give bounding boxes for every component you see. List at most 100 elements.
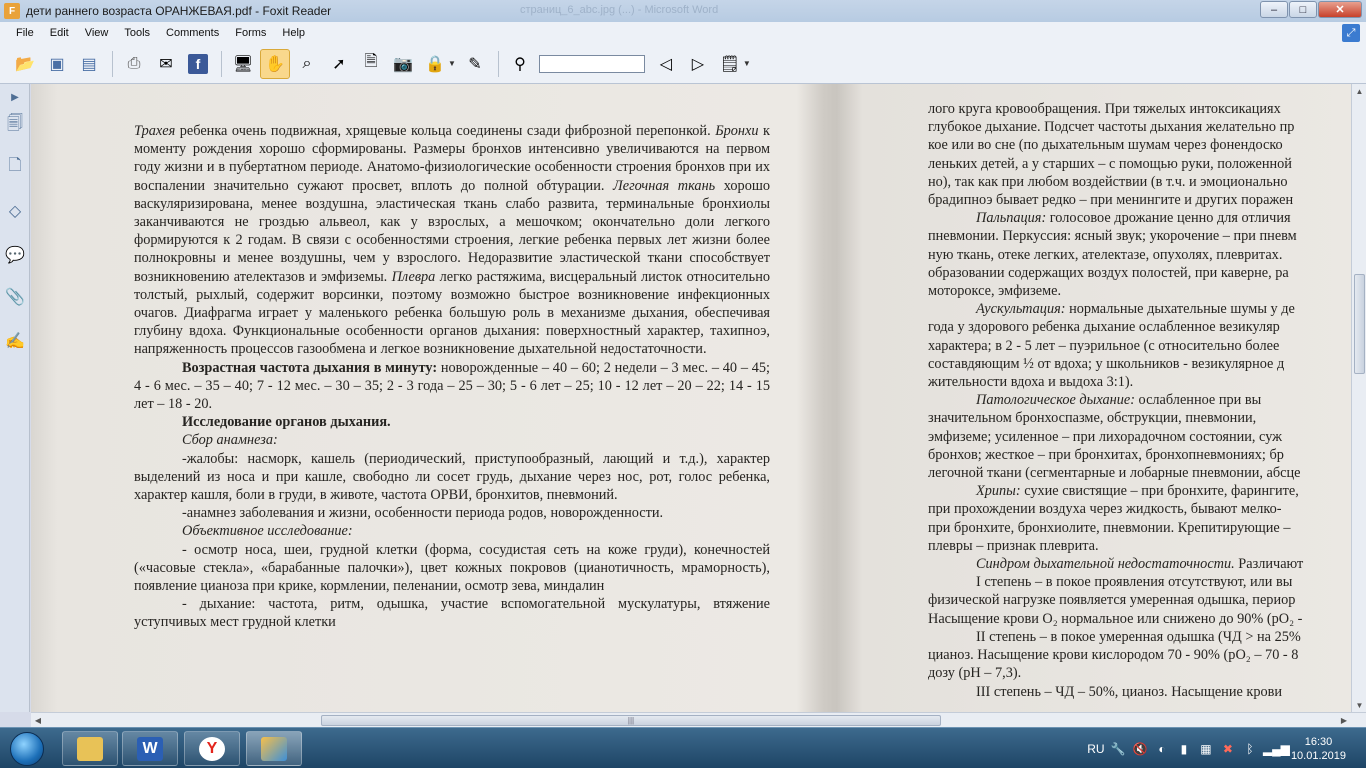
right-page-paragraph: Патологическое дыхание: ослабленное при …	[928, 391, 1351, 409]
close-button[interactable]: ✕	[1318, 1, 1362, 18]
restore-toolbar-icon[interactable]: ⤢	[1342, 24, 1360, 42]
right-page-text-run: голосовое дрожание ценно для отличия	[1046, 210, 1291, 227]
rms-dropdown-icon[interactable]: ▼	[448, 59, 456, 68]
system-tray: RU 🔧 🔇 ◐ ▮ ▦ ✖ ᛒ ▂▄▆ 16:30 10.01.2019	[1085, 728, 1366, 768]
document-view[interactable]: Трахея ребенка очень подвижная, хрящевые…	[31, 84, 1351, 712]
search-input[interactable]	[538, 54, 645, 73]
pages-icon[interactable]: 🗋	[4, 156, 26, 178]
yandex-icon: Y	[199, 736, 225, 761]
scroll-down-arrow-icon[interactable]: ▼	[1352, 698, 1366, 712]
menu-edit[interactable]: Edit	[42, 27, 77, 39]
taskbar-word[interactable]: W	[122, 731, 178, 766]
left-page-paragraph: Объективное исследование:	[134, 522, 770, 540]
right-page-text-run: при бронхите, бронхиолите, пневмонии. Кр…	[928, 519, 1291, 536]
email-icon[interactable]: ✉	[151, 49, 181, 79]
windows-logo-icon	[10, 731, 44, 766]
taskbar-yandex[interactable]: Y	[184, 731, 240, 766]
expand-panel-icon[interactable]: ▶	[4, 86, 26, 108]
left-page-text-run: ребенка очень подвижная, хрящевые кольца…	[175, 123, 716, 139]
tray-tools-icon[interactable]: 🔧	[1109, 742, 1127, 756]
rms-lock-icon[interactable]: 🔒	[420, 49, 450, 79]
minimize-button[interactable]: –	[1260, 1, 1288, 18]
menu-view[interactable]: View	[77, 27, 117, 39]
clock[interactable]: 16:30 10.01.2019	[1291, 735, 1346, 763]
save-icon[interactable]: ▣	[42, 49, 72, 79]
right-page-paragraph: но), так как при любом воздействии (в т.…	[928, 173, 1351, 191]
binoculars-icon[interactable]: ⚲	[505, 49, 535, 79]
language-indicator[interactable]: RU	[1087, 742, 1105, 756]
signatures-icon[interactable]: ✍	[4, 330, 26, 352]
right-page-paragraph: ную ткань, отеке легких, ателектазе, опу…	[928, 246, 1351, 264]
right-page-paragraph: характера; в 2 - 5 лет – пуэрильное (с о…	[928, 337, 1351, 355]
tray-volume-icon[interactable]: 🔇	[1131, 742, 1149, 756]
tray-signal-icon[interactable]: ▂▄▆	[1263, 742, 1290, 756]
left-page-paragraph: Исследование органов дыхания.	[134, 413, 770, 431]
foxit-icon	[261, 736, 287, 761]
right-page-paragraph: пневмонии. Перкуссия: ясный звук; укороч…	[928, 227, 1351, 245]
right-page-text-run: при прохождении воздуха через жидкость, …	[928, 501, 1282, 518]
background-window-title: страниц_6_abc.jpg (...) - Microsoft Word	[520, 4, 719, 16]
menu-file[interactable]: File	[8, 27, 42, 39]
right-page-text-run: образовании содержащих воздух полостей, …	[928, 264, 1289, 281]
tray-sound-icon[interactable]: ◐	[1153, 742, 1171, 756]
save-as-icon[interactable]: ▤	[74, 49, 104, 79]
right-page-paragraph: года у здорового ребенка дыхание ослабле…	[928, 318, 1351, 336]
right-page-paragraph: кое или во сне (по дыхательным шумам чер…	[928, 136, 1351, 154]
left-page-text-run: Сбор анамнеза:	[182, 432, 278, 449]
scroll-up-arrow-icon[interactable]: ▲	[1352, 84, 1366, 98]
print-icon[interactable]: ⎙	[119, 49, 149, 79]
horizontal-scrollbar[interactable]: ◀ ||| ▶	[31, 712, 1366, 727]
tray-network-icon[interactable]: ▦	[1197, 742, 1215, 756]
attachments-icon[interactable]: 📎	[4, 286, 26, 308]
facebook-icon-button[interactable]: f	[183, 49, 213, 79]
export-dropdown-icon[interactable]: ▼	[743, 59, 751, 68]
comments-icon[interactable]: 💬	[4, 244, 26, 266]
menu-comments[interactable]: Comments	[158, 27, 227, 39]
vertical-scrollbar[interactable]: ▲ ▼	[1351, 84, 1366, 712]
select-pointer-icon[interactable]: ➚	[324, 49, 354, 79]
layers-icon[interactable]: ◇	[4, 200, 26, 222]
start-button[interactable]	[2, 730, 52, 767]
horizontal-scroll-thumb[interactable]: |||	[321, 715, 941, 726]
scroll-right-arrow-icon[interactable]: ▶	[1337, 713, 1351, 728]
right-page-paragraph: цианоз. Насыщение крови кислородом 70 - …	[928, 646, 1351, 664]
export-icon[interactable]: 🗒	[715, 49, 745, 79]
scroll-left-arrow-icon[interactable]: ◀	[31, 713, 45, 728]
right-page-text-run: сухие свистящие – при бронхите, фарингит…	[1020, 483, 1299, 500]
right-page-text-run: плевры – признак плеврита.	[928, 537, 1099, 554]
tray-bluetooth-icon[interactable]: ᛒ	[1241, 742, 1259, 756]
menu-tools[interactable]: Tools	[116, 27, 158, 39]
open-folder-icon[interactable]: 📂	[10, 49, 40, 79]
right-page-text-run: легочной ткани (сегментарные и лобарные …	[928, 465, 1301, 482]
taskbar-explorer[interactable]	[62, 731, 118, 766]
text-select-icon[interactable]: 🗎	[356, 49, 386, 79]
left-page-text-run: Исследование органов дыхания.	[182, 414, 391, 431]
next-search-icon[interactable]: ▷	[683, 49, 713, 79]
right-page-paragraph: легочной ткани (сегментарные и лобарные …	[928, 464, 1351, 482]
navigation-panel: ▶ 🗐 🗋 ◇ 💬 📎 ✍	[0, 84, 30, 712]
right-page-paragraph: I степень – в покое проявления отсутству…	[928, 573, 1351, 591]
vertical-scroll-thumb[interactable]	[1354, 274, 1365, 374]
right-page-text-run: пневмонии. Перкуссия: ясный звук; укороч…	[928, 228, 1297, 245]
taskbar-foxit[interactable]	[246, 731, 302, 766]
menu-help[interactable]: Help	[274, 27, 313, 39]
tray-antivirus-icon[interactable]: ✖	[1219, 742, 1237, 756]
left-page-text-run: Плевра	[391, 268, 436, 285]
left-page-paragraph: Сбор анамнеза:	[134, 431, 770, 449]
bookmarks-icon[interactable]: 🗐	[4, 114, 26, 136]
maximize-button[interactable]: □	[1289, 1, 1317, 18]
prev-search-icon[interactable]: ◁	[651, 49, 681, 79]
typewriter-icon[interactable]: ✎	[460, 49, 490, 79]
left-page-text-run: -анамнез заболевания и жизни, особенност…	[182, 505, 664, 522]
menu-forms[interactable]: Forms	[227, 27, 274, 39]
right-page-text-run: Синдром дыхательной недостаточности.	[976, 556, 1235, 573]
zoom-selection-icon[interactable]: ⌕	[292, 49, 322, 79]
right-page-text: лого круга кровообращения. При тяжелых и…	[928, 100, 1351, 701]
hand-tool-icon[interactable]: ✋	[260, 48, 290, 79]
left-page-paragraph: - осмотр носа, шеи, грудной клетки (форм…	[134, 541, 770, 596]
right-page-paragraph: III степень – ЧД – 50%, цианоз. Насыщени…	[928, 683, 1351, 701]
snapshot-icon[interactable]: 📷	[388, 49, 418, 79]
right-page-paragraph: глубокое дыхание. Подсчет частоты дыхани…	[928, 118, 1351, 136]
monitor-icon[interactable]: 🖥	[228, 49, 258, 79]
tray-battery-icon[interactable]: ▮	[1175, 742, 1193, 756]
